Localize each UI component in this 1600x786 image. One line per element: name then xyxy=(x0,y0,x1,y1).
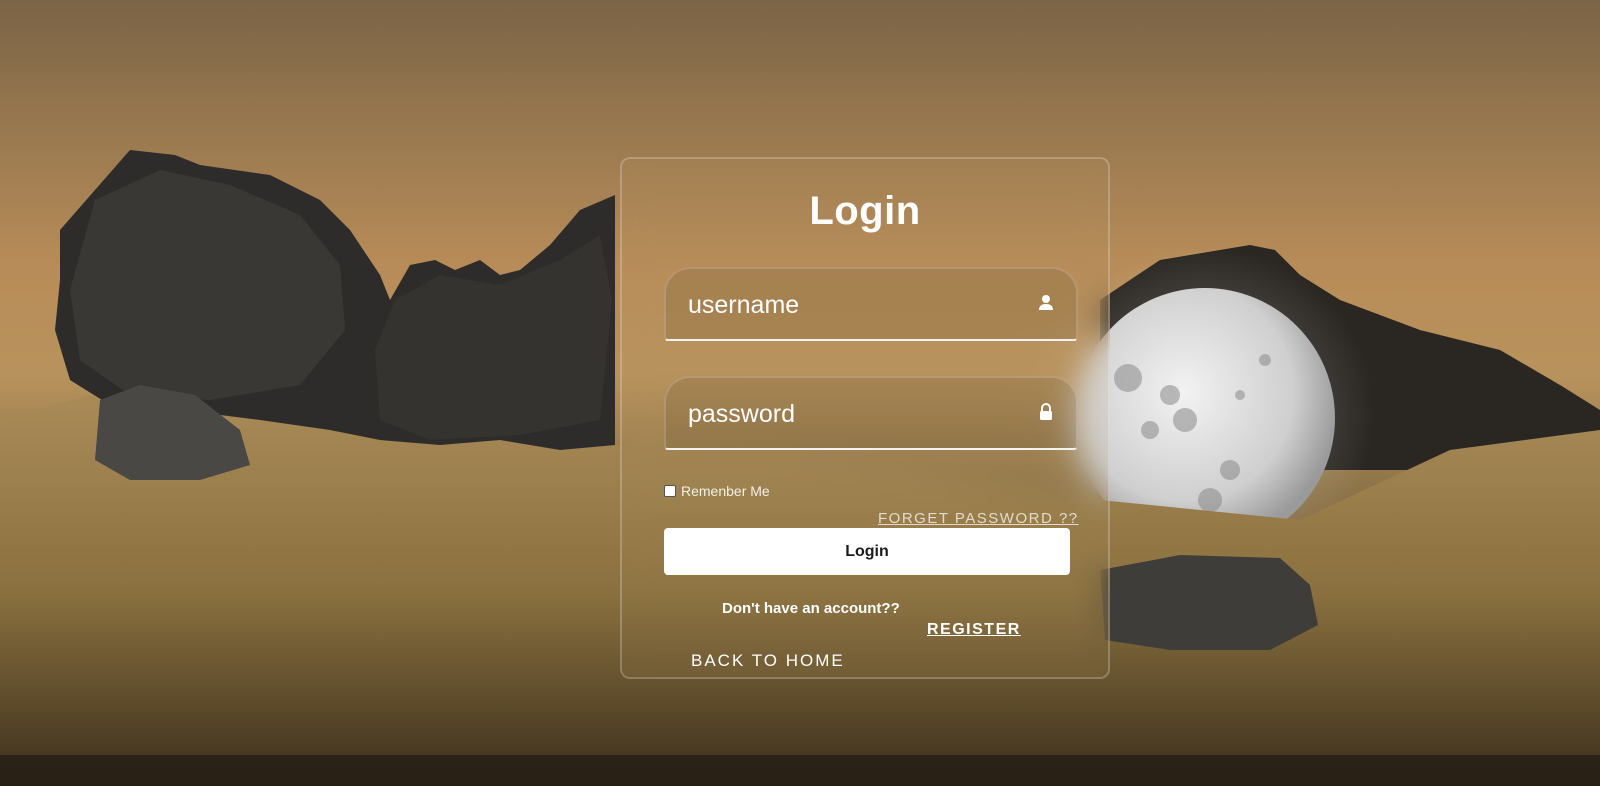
no-account-text: Don't have an account?? xyxy=(722,600,900,617)
username-field[interactable] xyxy=(664,267,1078,341)
login-button[interactable]: Login xyxy=(664,528,1070,575)
right-rock xyxy=(1100,555,1318,650)
login-card: Login Remenber Me FORGET PASSWORD ?? Log… xyxy=(620,157,1110,679)
user-icon xyxy=(1039,295,1053,310)
register-link[interactable]: REGISTER xyxy=(927,621,1021,639)
remember-label: Remenber Me xyxy=(681,483,770,499)
login-title: Login xyxy=(809,189,921,233)
remember-checkbox[interactable] xyxy=(664,485,676,497)
remember-me[interactable]: Remenber Me xyxy=(664,483,770,499)
username-input[interactable] xyxy=(686,269,1010,341)
password-input[interactable] xyxy=(686,378,1010,450)
forgot-password-link[interactable]: FORGET PASSWORD ?? xyxy=(878,510,1079,527)
password-field[interactable] xyxy=(664,376,1078,450)
lock-icon xyxy=(1040,403,1052,420)
back-to-home-link[interactable]: BACK TO HOME xyxy=(691,651,845,671)
